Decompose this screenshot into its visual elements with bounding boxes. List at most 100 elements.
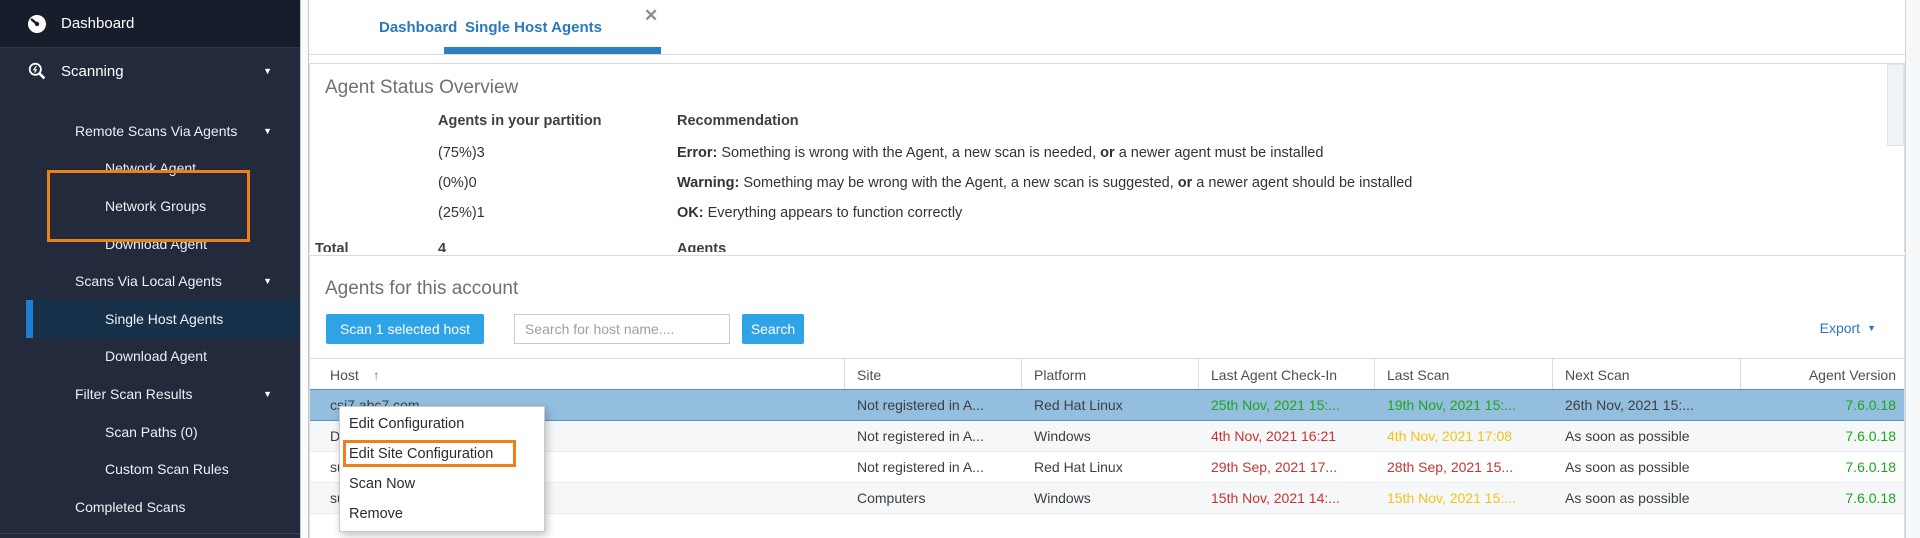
context-menu: Edit ConfigurationEdit Site Configuratio… [339,406,545,532]
cell-platform: Red Hat Linux [1022,390,1199,420]
partition-value: (75%)3 [438,145,485,161]
recommendation-column-header: Recommendation [677,113,799,129]
sidebar-item-scanning[interactable]: Scanning ▼ [0,48,300,94]
cell-version: 7.6.0.18 [1741,483,1904,513]
cell-site: Computers [845,483,1022,513]
column-header-label: Agent Version [1809,367,1896,383]
overview-title: Agent Status Overview [325,77,518,99]
sidebar-item-custom-scan-rules[interactable]: Custom Scan Rules [0,450,300,488]
cell-next_scan: As soon as possible [1553,452,1741,482]
cell-site: Not registered in A... [845,421,1022,451]
sidebar-item-scans-via-local-agents[interactable]: Scans Via Local Agents ▼ [0,262,300,300]
column-header-host[interactable]: Host ↑ [310,359,845,390]
sidebar-item-label: Single Host Agents [105,311,223,327]
tab-single-host-label: Single Host Agents [465,19,602,36]
sidebar-item-label: Scan Paths (0) [105,424,198,440]
sidebar-item-label: Custom Scan Rules [105,461,229,477]
table-row[interactable]: DNot registered in A...Windows4th Nov, 2… [310,421,1904,452]
sidebar: Dashboard Scanning ▼ Remote Scans Via Ag… [0,0,300,538]
menu-item-remove[interactable]: Remove [340,499,544,529]
total-value: 4 [438,241,446,252]
recommendation-text: OK: Everything appears to function corre… [677,205,962,221]
column-header-label: Next Scan [1565,367,1630,383]
search-input[interactable] [514,314,730,344]
cell-next_scan: As soon as possible [1553,421,1741,451]
overview-total-row: Total 4 Agents [310,241,1904,252]
sidebar-menu: Remote Scans Via Agents▼Network AgentNet… [0,94,300,526]
cell-checkin: 4th Nov, 2021 16:21 [1199,421,1375,451]
chevron-down-icon: ▼ [263,276,272,286]
overview-status-row: (75%)3Error: Something is wrong with the… [310,145,1904,163]
column-header-label: Platform [1034,367,1086,383]
sidebar-item-scan-paths-0[interactable]: Scan Paths (0) [0,413,300,451]
table-row[interactable]: csi7.abc7.comNot registered in A...Red H… [310,389,1904,421]
column-header-site[interactable]: Site [845,359,1022,390]
menu-item-scan-now[interactable]: Scan Now [340,469,544,499]
sidebar-item-network-agent[interactable]: Network Agent [0,150,300,188]
partition-value: (0%)0 [438,175,477,191]
column-header-label: Site [857,367,881,383]
sidebar-divider [0,533,300,534]
sidebar-item-label: Filter Scan Results [75,386,192,402]
column-header-label: Last Agent Check-In [1211,367,1337,383]
chevron-down-icon: ▼ [263,66,272,76]
cell-checkin: 15th Nov, 2021 14:... [1199,483,1375,513]
cell-last_scan: 28th Sep, 2021 15... [1375,452,1553,482]
sort-ascending-icon: ↑ [373,367,380,383]
agents-table-header: Host ↑ Site Platform Last Agent Check-In Last… [310,358,1904,390]
column-header-last-agent-check-in[interactable]: Last Agent Check-In [1199,359,1375,390]
column-header-label: Last Scan [1387,367,1449,383]
column-header-agent-version[interactable]: Agent Version [1741,359,1904,390]
sidebar-item-dashboard[interactable]: Dashboard [0,0,300,48]
sidebar-item-download-agent[interactable]: Download Agent [0,338,300,376]
total-recommendation: Agents [677,241,726,252]
cell-site: Not registered in A... [845,390,1022,420]
scan-selected-host-button[interactable]: Scan 1 selected host [326,314,484,344]
cell-last_scan: 19th Nov, 2021 15:... [1375,390,1553,420]
close-tab-icon[interactable]: ✕ [644,6,658,26]
column-header-next-scan[interactable]: Next Scan [1553,359,1741,390]
overview-scrollbar-thumb[interactable] [1887,64,1904,146]
cell-platform: Windows [1022,421,1199,451]
menu-item-edit-site-configuration-annotated[interactable]: Edit Site Configuration [340,439,544,469]
sidebar-item-label: Scans Via Local Agents [75,273,222,289]
page-scrollbar[interactable] [1905,0,1920,538]
overview-status-row: (25%)1OK: Everything appears to function… [310,205,1904,223]
tab-dashboard-label: Dashboard [379,19,457,36]
cell-next_scan: As soon as possible [1553,483,1741,513]
sidebar-item-filter-scan-results[interactable]: Filter Scan Results ▼ [0,375,300,413]
column-header-label: Host [330,367,359,383]
total-label: Total [315,241,349,252]
agents-title: Agents for this account [325,278,518,300]
table-row[interactable]: suComputersWindows15th Nov, 2021 14:...1… [310,483,1904,514]
cell-site: Not registered in A... [845,452,1022,482]
overview-header-row: Agents in your partition Recommendation [310,113,1904,131]
agents-table-rows: csi7.abc7.comNot registered in A...Red H… [310,390,1904,514]
sidebar-item-download-agent[interactable]: Download Agent [0,225,300,263]
cell-platform: Red Hat Linux [1022,452,1199,482]
chevron-down-icon: ▼ [1867,323,1876,333]
agent-status-overview-panel: Agent Status Overview Agents in your par… [309,63,1905,252]
cell-checkin: 29th Sep, 2021 17... [1199,452,1375,482]
chevron-down-icon: ▼ [263,126,272,136]
cell-last_scan: 15th Nov, 2021 15:... [1375,483,1553,513]
content-left-scrollbar[interactable] [300,0,309,538]
sidebar-item-label: Download Agent [105,236,207,252]
sidebar-item-remote-scans-via-agents[interactable]: Remote Scans Via Agents▼ [0,112,300,150]
sidebar-item-single-host-agents[interactable]: Single Host Agents [0,300,300,338]
export-dropdown[interactable]: Export ▼ [1820,320,1876,336]
sidebar-scanning-label: Scanning [61,63,124,80]
overview-status-row: (0%)0 Warning: Something may be wrong wit… [310,175,1904,193]
sidebar-item-network-groups[interactable]: Network Groups [0,187,300,225]
column-header-platform[interactable]: Platform [1022,359,1199,390]
chevron-down-icon: ▼ [263,389,272,399]
search-button[interactable]: Search [742,314,804,344]
cell-last_scan: 4th Nov, 2021 17:08 [1375,421,1553,451]
menu-item-edit-configuration[interactable]: Edit Configuration [340,409,544,439]
sidebar-item-completed-scans[interactable]: Completed Scans [0,488,300,526]
recommendation-text: Warning: Something may be wrong with the… [677,175,1412,191]
sidebar-dashboard-label: Dashboard [61,15,134,32]
tab-bar: Dashboard Single Host Agents ✕ [309,0,1905,55]
table-row[interactable]: suNot registered in A...Red Hat Linux29t… [310,452,1904,483]
column-header-last-scan[interactable]: Last Scan [1375,359,1553,390]
